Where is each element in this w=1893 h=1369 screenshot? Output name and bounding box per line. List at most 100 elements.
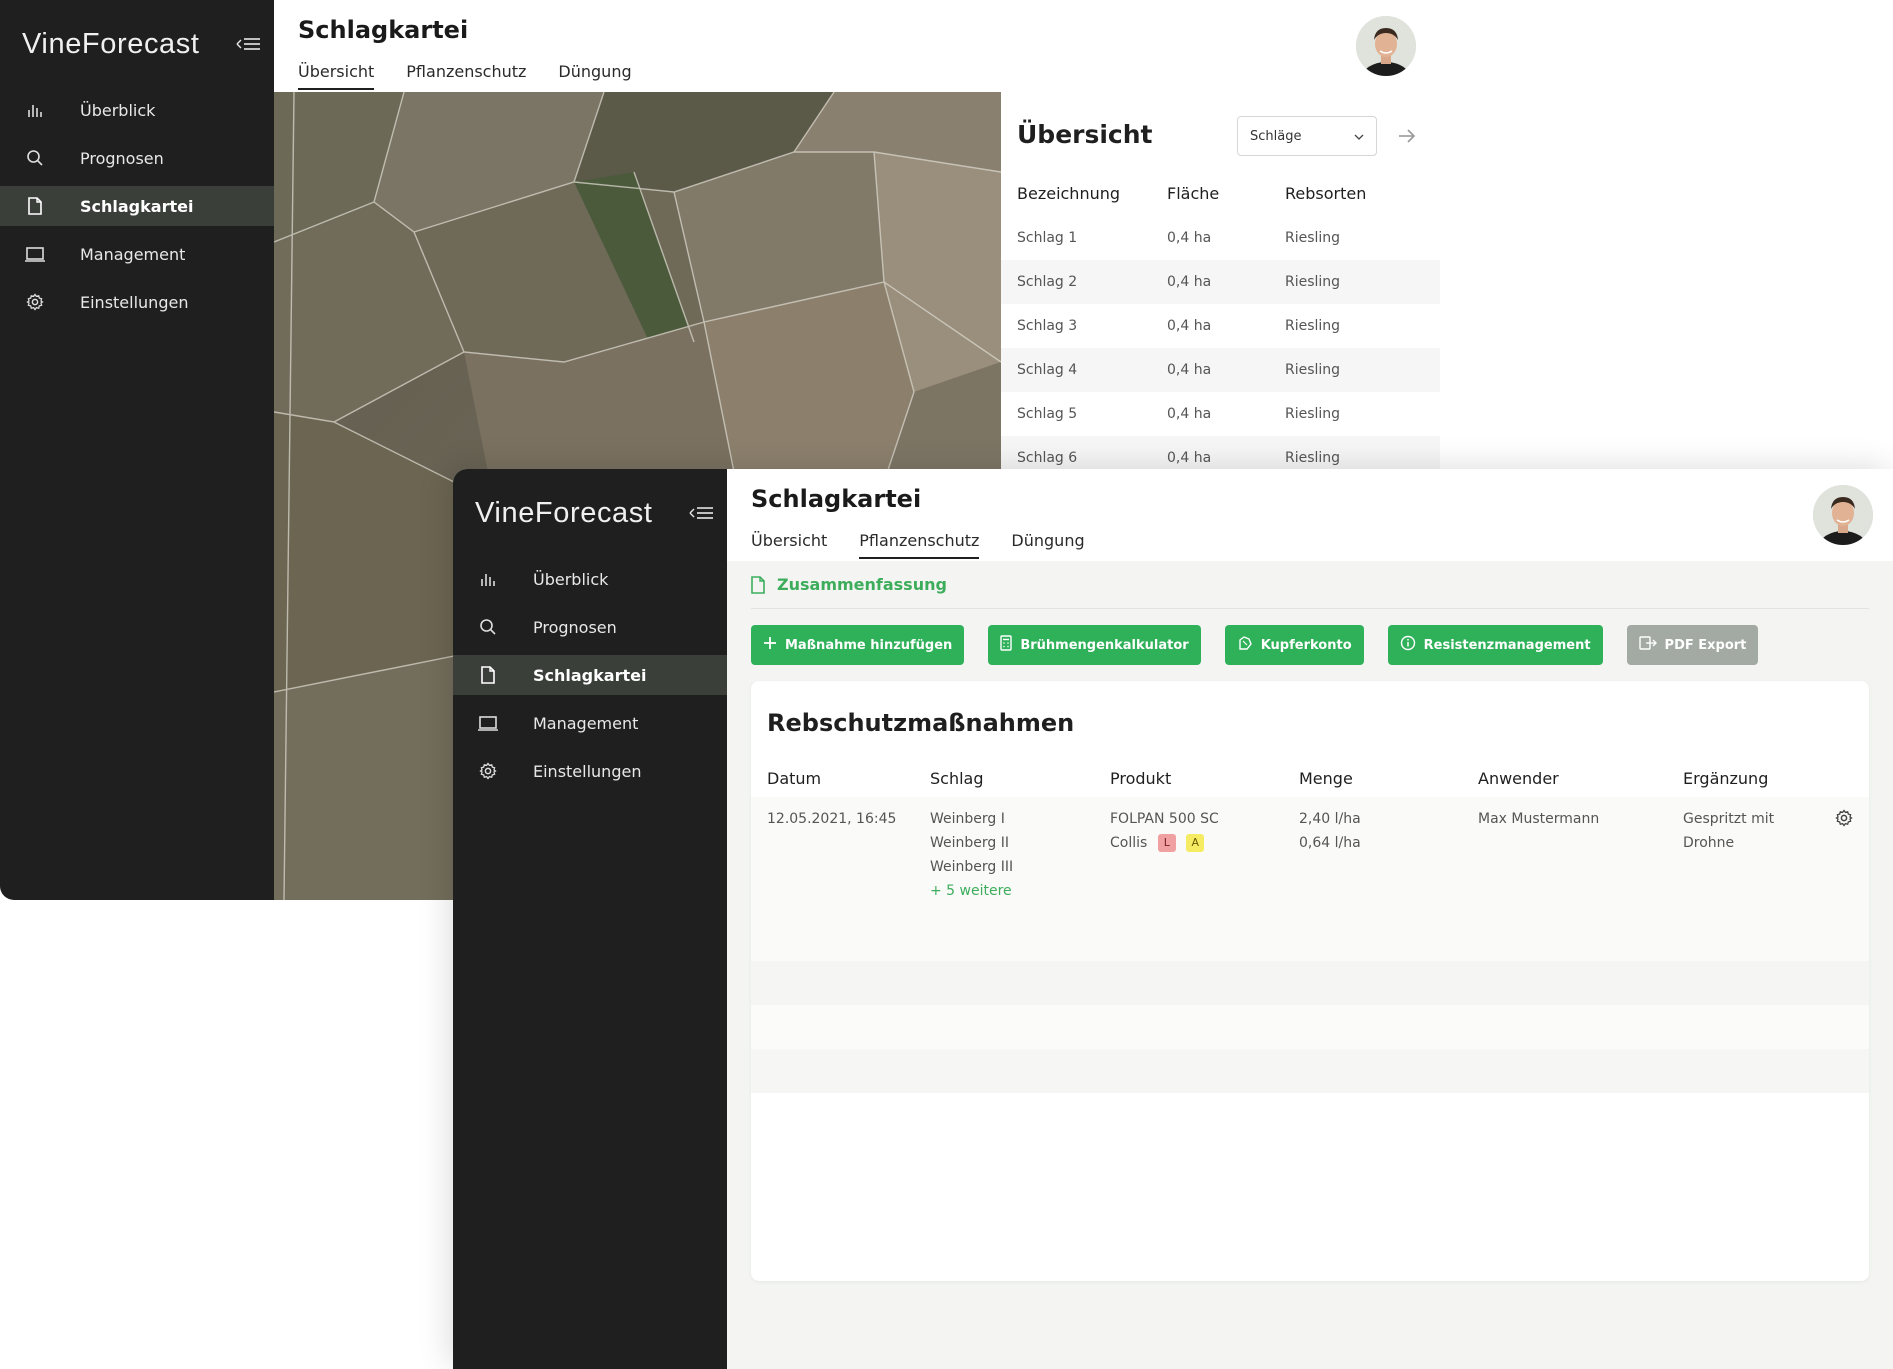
cell-rebsorten: Riesling (1285, 450, 1341, 466)
column-header: Schlag (930, 768, 984, 788)
summary-label: Zusammenfassung (777, 575, 947, 594)
column-header: Fläche (1167, 183, 1220, 203)
cell-schlag: Weinberg I Weinberg II Weinberg III + 5 … (930, 807, 1110, 917)
column-header: Datum (767, 768, 822, 788)
button-label: PDF Export (1664, 637, 1747, 653)
button-label: Kupferkonto (1260, 637, 1352, 653)
add-measure-button[interactable]: Maßnahme hinzufügen (751, 625, 965, 665)
sidebar-item-ueberblick[interactable]: Überblick (0, 90, 274, 130)
tab-pflanzenschutz[interactable]: Pflanzenschutz (859, 531, 980, 559)
column-header: Menge (1299, 768, 1353, 788)
avatar[interactable] (1813, 485, 1873, 545)
tab-duengung[interactable]: Düngung (558, 62, 631, 90)
cell-bezeichnung: Schlag 2 (1017, 274, 1078, 290)
spray-calculator-button[interactable]: Brühmengenkalkulator (988, 625, 1201, 665)
sidebar-item-schlagkartei[interactable]: Schlagkartei (453, 655, 727, 695)
fields-table: Bezeichnung Fläche Rebsorten Schlag 1 0,… (1001, 170, 1440, 480)
product-badge-a: A (1186, 834, 1205, 852)
cell-flaeche: 0,4 ha (1167, 362, 1212, 378)
cell-bezeichnung: Schlag 3 (1017, 318, 1078, 334)
column-header: Bezeichnung (1017, 183, 1121, 203)
page-title: Schlagkartei (751, 485, 922, 513)
product-name: Collis (1110, 835, 1148, 851)
table-header: Datum Schlag Produkt Menge Anwender Ergä… (751, 759, 1869, 797)
app-window-front: VineForecast Überblick Prognosen Schlagk… (453, 469, 1893, 1369)
sidebar-item-management[interactable]: Management (0, 234, 274, 274)
table-row[interactable]: Schlag 5 0,4 ha Riesling (1001, 392, 1440, 436)
arrow-right-icon[interactable] (1393, 122, 1421, 150)
amount-text: 2,40 l/ha (1299, 811, 1361, 827)
avatar[interactable] (1356, 16, 1416, 76)
panel-title: Übersicht (1017, 120, 1153, 149)
collapse-sidebar-icon[interactable] (234, 34, 262, 54)
filter-select-value: Schläge (1250, 128, 1302, 144)
resistance-management-button[interactable]: Resistenzmanagement (1387, 625, 1603, 665)
cell-rebsorten: Riesling (1285, 318, 1341, 334)
card-title: Rebschutzmaßnahmen (767, 709, 1075, 737)
sidebar-item-label: Prognosen (80, 148, 164, 168)
table-row[interactable]: Schlag 2 0,4 ha Riesling (1001, 260, 1440, 304)
filter-select[interactable]: Schläge (1237, 116, 1377, 156)
sidebar-item-schlagkartei[interactable]: Schlagkartei (0, 186, 274, 226)
empty-row (751, 961, 1869, 1005)
more-fields-link[interactable]: + 5 weitere (930, 879, 1110, 903)
gear-icon (24, 291, 46, 313)
cell-rebsorten: Riesling (1285, 274, 1341, 290)
cell-produkt: FOLPAN 500 SC Collis L A (1110, 807, 1299, 917)
button-label: Brühmengenkalkulator (1020, 637, 1189, 653)
action-bar: Maßnahme hinzufügen Brühmengenkalkulator… (751, 625, 1759, 665)
tab-bar: Übersicht Pflanzenschutz Düngung (751, 531, 1085, 559)
column-header: Anwender (1478, 768, 1559, 788)
field-name: Weinberg I (930, 811, 1005, 827)
cell-menge: 2,40 l/ha 0,64 l/ha (1299, 807, 1478, 917)
table-header: Bezeichnung Fläche Rebsorten (1001, 170, 1440, 216)
cell-flaeche: 0,4 ha (1167, 406, 1212, 422)
export-icon (1638, 636, 1657, 654)
row-settings-icon[interactable] (1835, 809, 1853, 831)
sidebar-item-label: Überblick (80, 100, 156, 120)
laptop-icon (477, 712, 499, 734)
collapse-sidebar-icon[interactable] (687, 503, 715, 523)
empty-row (751, 1005, 1869, 1049)
sidebar-item-prognosen[interactable]: Prognosen (0, 138, 274, 178)
sidebar-item-management[interactable]: Management (453, 703, 727, 743)
top-bar: Schlagkartei Übersicht Pflanzenschutz Dü… (727, 469, 1893, 561)
button-label: Maßnahme hinzufügen (785, 637, 953, 653)
copper-icon (1237, 635, 1253, 655)
cell-datum: 12.05.2021, 16:45 (751, 807, 930, 917)
empty-row (751, 917, 1869, 961)
top-bar: Schlagkartei Übersicht Pflanzenschutz Dü… (274, 0, 1440, 92)
tab-pflanzenschutz[interactable]: Pflanzenschutz (406, 62, 526, 90)
tab-uebersicht[interactable]: Übersicht (751, 531, 827, 559)
field-name: Weinberg II (930, 835, 1010, 851)
main-area: Schlagkartei Übersicht Pflanzenschutz Dü… (727, 469, 1893, 1369)
sidebar-nav: Überblick Prognosen Schlagkartei Managem… (453, 559, 727, 799)
product-badge-l: L (1157, 834, 1176, 852)
sidebar-item-ueberblick[interactable]: Überblick (453, 559, 727, 599)
pdf-export-button[interactable]: PDF Export (1626, 625, 1759, 665)
sidebar-item-label: Schlagkartei (80, 196, 194, 216)
gear-icon (477, 760, 499, 782)
logo-row: VineForecast (475, 495, 715, 531)
calculator-icon (1000, 635, 1013, 655)
table-row[interactable]: 12.05.2021, 16:45 Weinberg I Weinberg II… (751, 797, 1869, 917)
copper-account-button[interactable]: Kupferkonto (1224, 625, 1364, 665)
table-row[interactable]: Schlag 1 0,4 ha Riesling (1001, 216, 1440, 260)
cell-flaeche: 0,4 ha (1167, 230, 1212, 246)
sidebar: VineForecast Überblick Prognosen Schlagk… (453, 469, 727, 1369)
tab-duengung[interactable]: Düngung (1011, 531, 1084, 559)
user-name: Max Mustermann (1478, 811, 1600, 827)
tab-uebersicht[interactable]: Übersicht (298, 62, 375, 90)
cell-bezeichnung: Schlag 4 (1017, 362, 1078, 378)
empty-row (751, 1049, 1869, 1093)
sidebar-item-prognosen[interactable]: Prognosen (453, 607, 727, 647)
sidebar-item-einstellungen[interactable]: Einstellungen (0, 282, 274, 322)
sidebar-item-label: Überblick (533, 569, 609, 589)
sidebar-item-einstellungen[interactable]: Einstellungen (453, 751, 727, 791)
summary-link[interactable]: Zusammenfassung (751, 561, 1869, 609)
document-icon (477, 664, 499, 686)
brand-logo: VineForecast (475, 496, 653, 529)
table-row[interactable]: Schlag 3 0,4 ha Riesling (1001, 304, 1440, 348)
sidebar-item-label: Einstellungen (80, 292, 189, 312)
table-row[interactable]: Schlag 4 0,4 ha Riesling (1001, 348, 1440, 392)
